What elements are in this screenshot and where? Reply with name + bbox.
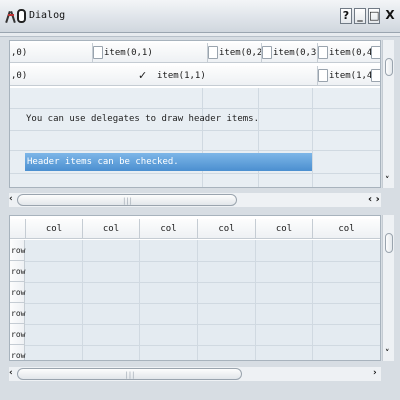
header-item-label: item(1,1): [157, 71, 206, 81]
column-header-row: col col col col col col: [10, 219, 380, 239]
row-header-label: row: [11, 267, 26, 276]
column-header-label: col: [102, 224, 120, 234]
row-header-label: row: [11, 351, 26, 360]
info-text: You can use delegates to draw header ite…: [26, 114, 259, 124]
row-header[interactable]: row: [10, 324, 25, 345]
minimize-button[interactable]: _: [354, 8, 366, 24]
grid-line: [82, 240, 83, 360]
upper-horizontal-scrollbar[interactable]: ‹ |||: [9, 193, 381, 207]
corner-button[interactable]: [10, 219, 25, 239]
column-header-label: col: [338, 224, 355, 234]
scroll-right-icon[interactable]: ›: [373, 368, 377, 378]
row-header-label: row: [11, 246, 26, 255]
lower-vertical-scrollbar[interactable]: ˅: [382, 215, 394, 361]
window-title: Dialog: [29, 10, 66, 21]
grid-line: [25, 303, 380, 304]
column-header-label: col: [218, 224, 235, 234]
grid-line: [25, 324, 380, 325]
header-checkbox[interactable]: [318, 46, 328, 59]
header-item[interactable]: item(1,4): [317, 66, 380, 86]
header-item[interactable]: ,0) ✓: [10, 66, 148, 86]
maximize-button[interactable]: □: [368, 8, 380, 24]
toolbar-separator: [0, 33, 400, 37]
header-item[interactable]: item(0,4): [317, 43, 380, 63]
column-header-label: col: [275, 224, 293, 234]
header-item-label: ,0): [11, 71, 28, 81]
column-header-label: col: [45, 224, 63, 234]
scrollbar-thumb[interactable]: |||: [17, 368, 242, 380]
scroll-left-icon[interactable]: ‹: [9, 368, 13, 378]
header-item[interactable]: item(0,1): [92, 43, 207, 63]
lower-table-view[interactable]: col col col col col col row row row row …: [9, 215, 381, 361]
selected-row[interactable]: Header items can be checked.: [25, 153, 312, 171]
column-header-label: col: [160, 224, 177, 234]
grid-line: [25, 345, 380, 346]
scrollbar-thumb[interactable]: |||: [17, 194, 237, 206]
header-item[interactable]: item(0,3): [261, 43, 322, 63]
header-checkbox[interactable]: [318, 69, 328, 82]
grip-icon: |||: [124, 371, 136, 379]
grip-icon: |||: [122, 197, 133, 205]
grid-line: [25, 261, 380, 262]
header-checkbox[interactable]: [262, 46, 272, 59]
grid-line: [312, 240, 313, 360]
grid-line: [10, 108, 380, 109]
column-header[interactable]: col: [139, 219, 197, 239]
row-header[interactable]: row: [10, 345, 26, 360]
title-bar: Dialog ? _ □ X: [0, 0, 400, 33]
header-item[interactable]: ,0): [10, 43, 92, 63]
lower-horizontal-scrollbar[interactable]: ‹ ||| ›: [9, 367, 381, 381]
close-button[interactable]: X: [384, 8, 396, 24]
column-header[interactable]: col: [312, 219, 380, 239]
header-row-0: ,0) item(0,1) item(0,2) item(0,3) item(0…: [10, 43, 380, 63]
app-logo-icon: [5, 9, 16, 24]
help-button[interactable]: ?: [340, 8, 352, 24]
table-body[interactable]: You can use delegates to draw header ite…: [10, 88, 380, 187]
column-header[interactable]: col: [82, 219, 139, 239]
scroll-down-icon[interactable]: ˅: [385, 176, 390, 186]
selected-row-text: Header items can be checked.: [27, 157, 179, 167]
scroll-left-right-icon[interactable]: ‹ ›: [368, 194, 380, 205]
header-item[interactable]: item(1,1): [155, 66, 317, 86]
column-header[interactable]: col: [25, 219, 82, 239]
header-item-label: item(0,3): [273, 48, 322, 58]
grid-line: [258, 88, 259, 187]
row-header[interactable]: row: [10, 282, 25, 303]
row-header-label: row: [11, 330, 26, 339]
grid-line: [312, 88, 313, 187]
grid-line: [10, 173, 380, 174]
check-mark-icon[interactable]: ✓: [138, 69, 148, 82]
header-row-1: ,0) ✓ item(1,1) item(1,4): [10, 66, 380, 86]
header-item-label: item(0,1): [104, 48, 153, 58]
header-checkbox[interactable]: [371, 46, 380, 59]
scrollbar-thumb[interactable]: [385, 233, 393, 253]
window-menu-icon[interactable]: [17, 9, 26, 23]
header-checkbox[interactable]: [208, 46, 218, 59]
row-header[interactable]: row: [10, 303, 25, 324]
table-body[interactable]: [25, 240, 380, 360]
row-header-label: row: [11, 309, 26, 318]
column-header[interactable]: col: [197, 219, 255, 239]
upper-vertical-scrollbar[interactable]: ˅: [382, 40, 394, 188]
header-checkbox[interactable]: [371, 69, 380, 82]
row-header[interactable]: row: [10, 240, 25, 261]
grid-line: [10, 130, 380, 131]
upper-table-view[interactable]: ,0) item(0,1) item(0,2) item(0,3) item(0…: [9, 40, 381, 188]
row-header-label: row: [11, 288, 26, 297]
grid-line: [202, 88, 203, 187]
grid-line: [197, 240, 198, 360]
header-checkbox[interactable]: [93, 46, 103, 59]
grid-line: [10, 150, 380, 151]
header-item[interactable]: item(0,2): [207, 43, 268, 63]
grid-line: [139, 240, 140, 360]
row-header[interactable]: row: [10, 261, 25, 282]
scroll-down-icon[interactable]: ˅: [385, 349, 390, 359]
column-header[interactable]: col: [255, 219, 312, 239]
scrollbar-thumb[interactable]: [385, 58, 393, 76]
header-item-label: ,0): [11, 48, 28, 58]
scroll-left-icon[interactable]: ‹: [9, 194, 13, 204]
grid-line: [25, 282, 380, 283]
grid-line: [255, 240, 256, 360]
